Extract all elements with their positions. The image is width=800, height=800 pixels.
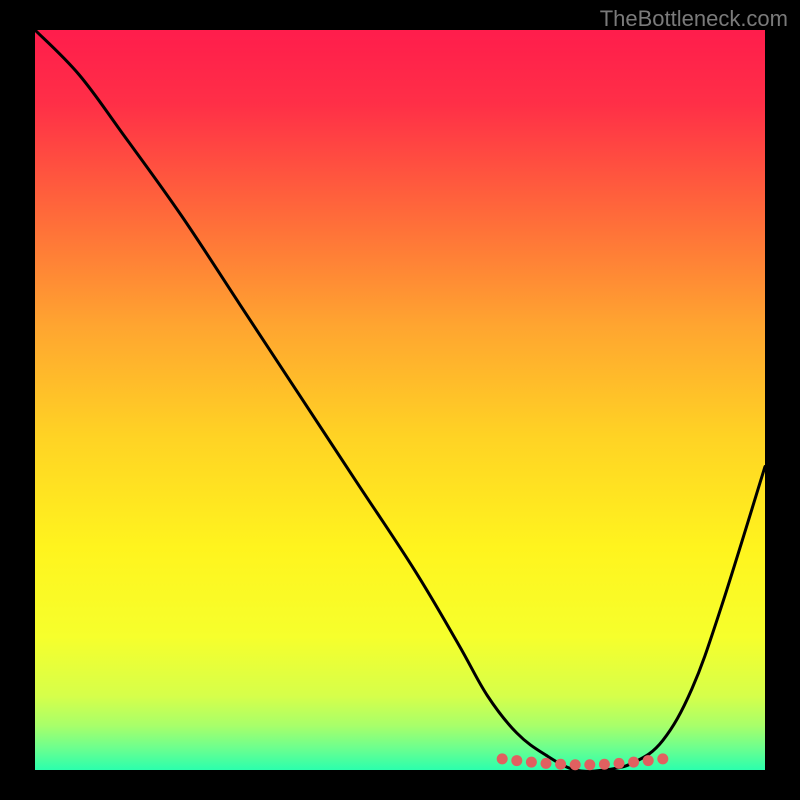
accent-dot — [497, 753, 508, 764]
accent-dot — [541, 758, 552, 769]
plot-background — [35, 30, 765, 770]
accent-dot — [628, 757, 639, 768]
chart-frame: TheBottleneck.com — [0, 0, 800, 800]
accent-dot — [584, 759, 595, 770]
accent-dot — [555, 759, 566, 770]
attribution-label: TheBottleneck.com — [600, 6, 788, 32]
accent-dot — [526, 757, 537, 768]
bottleneck-chart — [0, 0, 800, 800]
accent-dot — [511, 755, 522, 766]
accent-dot — [643, 755, 654, 766]
accent-dot — [599, 759, 610, 770]
accent-dot — [657, 753, 668, 764]
accent-dot — [570, 759, 581, 770]
accent-dot — [614, 758, 625, 769]
